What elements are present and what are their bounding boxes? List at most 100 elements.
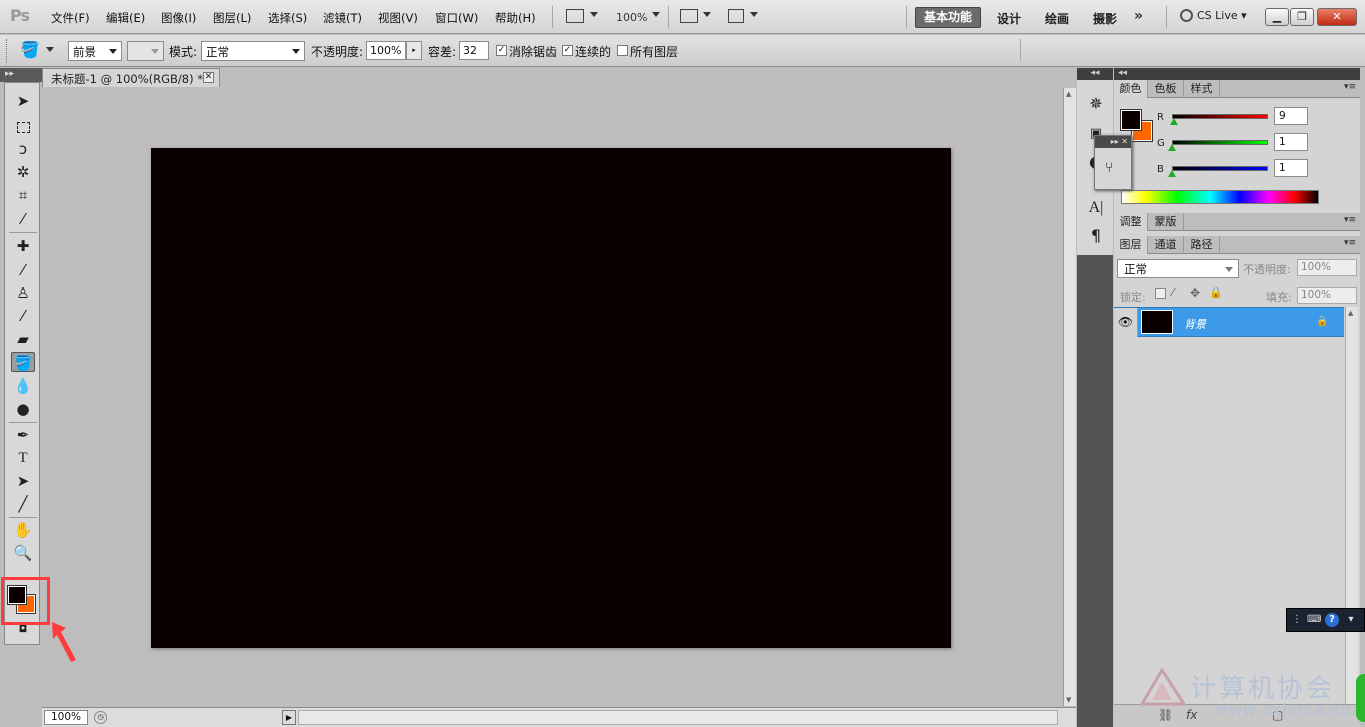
green-slider[interactable] — [1172, 140, 1268, 145]
color-spectrum-bar[interactable] — [1121, 190, 1319, 204]
clone-stamp-tool[interactable]: ♙ — [11, 283, 35, 303]
path-selection-tool[interactable]: ➤ — [11, 471, 35, 491]
chevron-down-icon[interactable] — [703, 12, 711, 17]
horizontal-scrollbar[interactable] — [298, 710, 1058, 725]
panel-collapse-bar[interactable]: ◂◂ — [1114, 68, 1360, 80]
menu-image[interactable]: 图像(I) — [161, 10, 196, 26]
green-value-input[interactable]: 1 — [1274, 133, 1308, 151]
quick-selection-tool[interactable]: ✲ — [11, 162, 35, 182]
hand-tool[interactable]: ✋ — [11, 520, 35, 540]
menu-view[interactable]: 视图(V) — [378, 10, 418, 26]
history-brush-tool[interactable]: ⁄ — [11, 306, 35, 326]
antialias-checkbox[interactable]: ✓ — [496, 45, 507, 56]
move-tool[interactable]: ➤ — [11, 91, 35, 111]
side-widget[interactable] — [1356, 674, 1365, 722]
zoom-tool[interactable]: 🔍 — [11, 543, 35, 563]
tab-styles[interactable]: 样式 — [1184, 80, 1220, 98]
paint-bucket-tool[interactable]: 🪣 — [11, 352, 35, 372]
link-layers-icon[interactable]: ⛓ — [1158, 708, 1173, 722]
red-slider[interactable] — [1172, 114, 1268, 119]
paragraph-icon[interactable]: ¶ — [1086, 226, 1106, 246]
lasso-tool[interactable]: ↄ — [11, 139, 35, 159]
line-tool[interactable]: ╱ — [11, 494, 35, 514]
floating-mini-panel[interactable]: ▸▸ ✕ ⑂ — [1094, 135, 1132, 190]
grip-handle[interactable] — [6, 39, 8, 63]
zoom-level-select[interactable]: 100% — [616, 11, 647, 24]
menu-window[interactable]: 窗口(W) — [435, 10, 478, 26]
eraser-tool[interactable]: ▰ — [11, 329, 35, 349]
workspace-design-button[interactable]: 设计 — [997, 10, 1021, 27]
crop-tool[interactable]: ⌗ — [11, 185, 35, 205]
scroll-down-icon[interactable]: ▼ — [1066, 696, 1071, 704]
lock-image-icon[interactable]: ⁄ — [1172, 286, 1174, 299]
character-icon[interactable]: A| — [1086, 198, 1106, 218]
marquee-tool[interactable] — [11, 117, 35, 137]
all-layers-checkbox[interactable] — [617, 45, 628, 56]
workspace-painting-button[interactable]: 绘画 — [1045, 10, 1069, 27]
menu-edit[interactable]: 编辑(E) — [106, 10, 145, 26]
dodge-tool[interactable]: ● — [11, 399, 35, 419]
layer-style-icon[interactable]: fx — [1186, 708, 1197, 722]
fill-source-select[interactable]: 前景 — [68, 41, 122, 61]
tolerance-input[interactable]: 32 — [459, 41, 489, 60]
workspace-photography-button[interactable]: 摄影 — [1093, 10, 1117, 27]
layer-row-background[interactable]: 👁 背景 🔒 — [1114, 307, 1344, 337]
tab-color[interactable]: 颜色 — [1114, 80, 1148, 98]
eye-icon[interactable]: 👁 — [1114, 308, 1138, 337]
layer-opacity-input[interactable]: 100% — [1297, 259, 1357, 276]
status-info-icon[interactable]: ◷ — [94, 711, 107, 724]
canvas[interactable] — [151, 148, 951, 648]
layer-name[interactable]: 背景 — [1184, 316, 1206, 332]
mode-select[interactable]: 正常 — [201, 41, 305, 61]
blue-slider[interactable] — [1172, 166, 1268, 171]
blue-value-input[interactable]: 1 — [1274, 159, 1308, 177]
panel-menu-icon[interactable]: ▾≡ — [1344, 215, 1356, 225]
tab-swatches[interactable]: 色板 — [1148, 80, 1184, 98]
menu-filter[interactable]: 滤镜(T) — [323, 10, 362, 26]
eyedropper-tool[interactable]: ⁄ — [11, 209, 35, 229]
minimize-button[interactable]: ▁ — [1265, 8, 1289, 26]
tab-channels[interactable]: 通道 — [1148, 236, 1184, 254]
chevron-down-icon[interactable] — [590, 12, 598, 17]
scroll-up-icon[interactable]: ▲ — [1066, 90, 1071, 98]
workspace-essentials-button[interactable]: 基本功能 — [915, 7, 981, 28]
close-icon[interactable]: ✕ — [203, 72, 214, 83]
pattern-picker[interactable] — [127, 41, 164, 61]
ime-options-icon[interactable]: ▾ — [1344, 613, 1358, 627]
chevron-down-icon[interactable] — [46, 47, 54, 52]
tab-layers[interactable]: 图层 — [1114, 236, 1148, 254]
lock-position-icon[interactable]: ✥ — [1190, 286, 1200, 300]
opacity-slider-button[interactable]: ▸ — [406, 41, 422, 60]
healing-brush-tool[interactable]: ✚ — [11, 236, 35, 256]
cs-live-button[interactable]: CS Live ▾ — [1180, 9, 1247, 22]
fill-input[interactable]: 100% — [1297, 287, 1357, 304]
color-panel-foreground-swatch[interactable] — [1120, 109, 1142, 131]
screen-mode-icon[interactable] — [566, 9, 584, 23]
status-zoom-input[interactable]: 100% — [44, 710, 88, 725]
blend-mode-select[interactable]: 正常 — [1117, 259, 1239, 278]
arrange-documents-icon[interactable] — [680, 9, 698, 23]
brush-tool[interactable]: ⁄ — [11, 260, 35, 280]
opacity-input[interactable]: 100% — [366, 41, 406, 60]
chevron-down-icon[interactable] — [652, 12, 660, 17]
layers-scrollbar[interactable]: ▲ — [1345, 307, 1358, 704]
menu-help[interactable]: 帮助(H) — [495, 10, 536, 26]
tab-adjustments[interactable]: 调整 — [1114, 213, 1148, 231]
contiguous-checkbox[interactable]: ✓ — [562, 45, 573, 56]
panel-menu-icon[interactable]: ▾≡ — [1344, 238, 1356, 248]
menu-select[interactable]: 选择(S) — [268, 10, 307, 26]
tab-masks[interactable]: 蒙版 — [1148, 213, 1184, 231]
lock-transparent-icon[interactable] — [1155, 288, 1166, 299]
scroll-up-icon[interactable]: ▲ — [1348, 309, 1353, 317]
help-icon[interactable]: ? — [1325, 613, 1339, 627]
menu-file[interactable]: 文件(F) — [51, 10, 90, 26]
close-button[interactable]: ✕ — [1317, 8, 1357, 26]
green-slider-knob[interactable] — [1168, 144, 1176, 151]
blue-slider-knob[interactable] — [1168, 170, 1176, 177]
ime-grip-icon[interactable]: ⋮ — [1290, 613, 1304, 627]
lock-all-icon[interactable]: 🔒 — [1209, 286, 1223, 299]
blur-tool[interactable]: 💧 — [11, 376, 35, 396]
paint-bucket-preset-icon[interactable]: 🪣 — [20, 40, 40, 59]
type-tool[interactable]: T — [11, 448, 35, 468]
restore-button[interactable]: ❐ — [1290, 8, 1314, 26]
